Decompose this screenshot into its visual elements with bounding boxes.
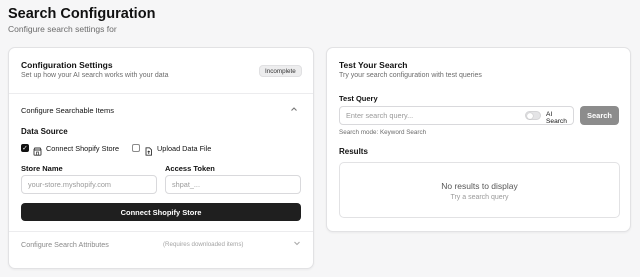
shopify-option-label[interactable]: Connect Shopify Store — [46, 144, 119, 153]
test-query-label: Test Query — [339, 94, 378, 103]
store-icon — [33, 143, 42, 156]
connect-shopify-button[interactable]: Connect Shopify Store — [21, 203, 301, 221]
access-token-label: Access Token — [165, 164, 215, 173]
search-attributes-note: (Requires downloaded items) — [163, 241, 244, 248]
results-panel: No results to display Try a search query — [339, 162, 620, 218]
divider — [9, 231, 313, 232]
configuration-settings-description: Set up how your AI search works with you… — [21, 72, 169, 79]
configuration-settings-title: Configuration Settings — [21, 60, 113, 70]
store-name-label: Store Name — [21, 164, 63, 173]
search-query-input[interactable] — [340, 107, 520, 124]
ai-search-label: AI Search — [546, 111, 567, 125]
divider — [9, 93, 313, 94]
search-button[interactable]: Search — [580, 106, 619, 125]
data-source-label: Data Source — [21, 127, 68, 136]
access-token-input[interactable] — [165, 175, 301, 194]
results-label: Results — [339, 147, 368, 156]
test-search-title: Test Your Search — [339, 60, 408, 70]
ai-search-toggle[interactable] — [525, 111, 541, 120]
test-search-description: Try your search configuration with test … — [339, 72, 482, 79]
shopify-checkbox[interactable]: ✓ — [21, 144, 29, 152]
page-subtitle: Configure search settings for — [8, 24, 117, 34]
upload-file-option-label[interactable]: Upload Data File — [157, 144, 211, 153]
store-name-input[interactable] — [21, 175, 157, 194]
status-badge: Incomplete — [259, 65, 302, 77]
search-query-box: AI Search — [339, 106, 574, 125]
searchable-items-section-toggle[interactable]: Configure Searchable Items — [9, 102, 313, 118]
search-attributes-section-title: Configure Search Attributes — [21, 240, 109, 249]
test-search-card: Test Your Search Try your search configu… — [326, 47, 631, 232]
upload-file-checkbox[interactable] — [132, 144, 140, 152]
toggle-knob — [527, 113, 533, 119]
empty-results-subtitle: Try a search query — [450, 194, 509, 201]
search-mode-text: Search mode: Keyword Search — [339, 129, 427, 136]
configuration-settings-card: Configuration Settings Set up how your A… — [8, 47, 314, 269]
chevron-down-icon — [292, 239, 302, 249]
chevron-up-icon — [289, 105, 299, 115]
search-attributes-section-toggle[interactable]: Configure Search Attributes (Requires do… — [9, 236, 313, 252]
file-upload-icon — [144, 143, 153, 156]
searchable-items-section-title: Configure Searchable Items — [21, 106, 114, 115]
page-title: Search Configuration — [8, 6, 156, 22]
empty-results-title: No results to display — [441, 181, 518, 191]
